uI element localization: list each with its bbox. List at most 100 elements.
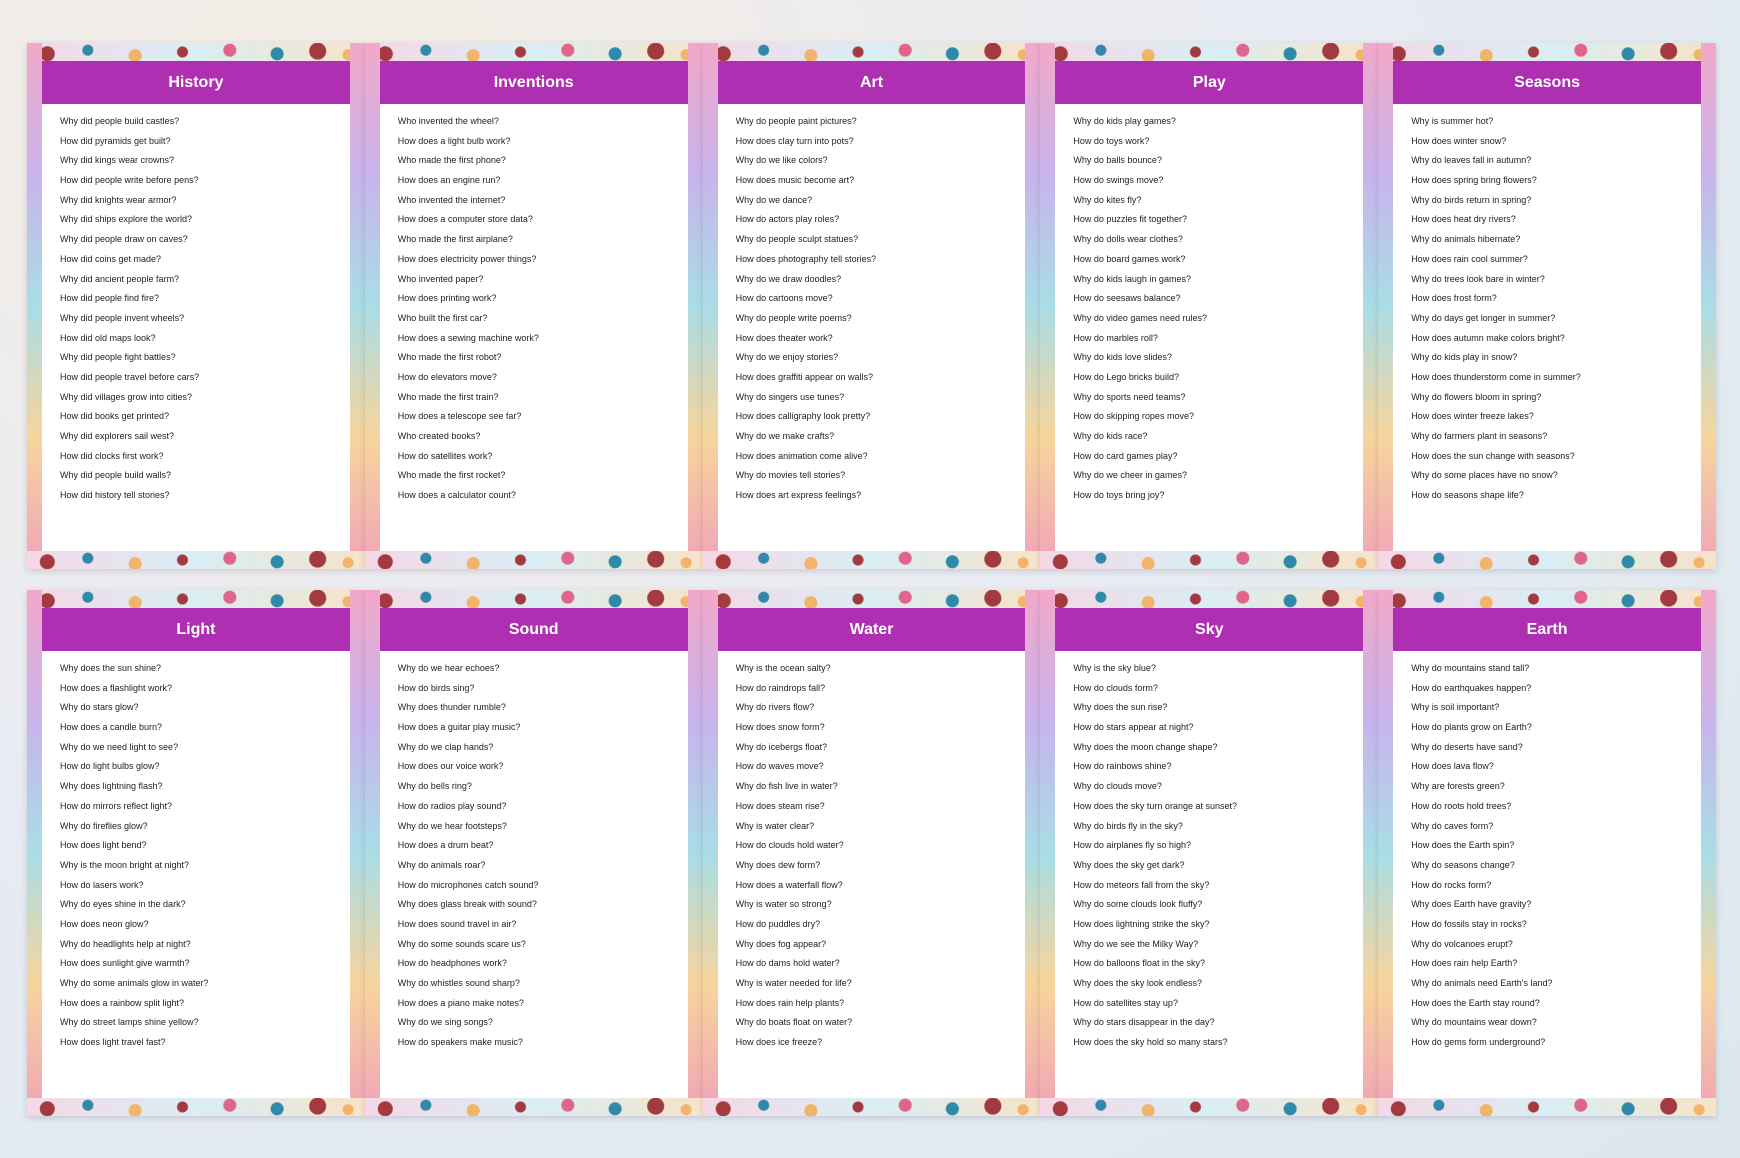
question-item: Why do animals need Earth's land?: [1411, 974, 1693, 994]
decorative-border-top: [364, 43, 703, 61]
card-history: History Why did people build castles? How …: [27, 43, 365, 569]
question-item: How did pyramids get built?: [60, 132, 342, 152]
question-item: Why do we draw doodles?: [736, 270, 1018, 290]
question-item: How does clay turn into pots?: [736, 132, 1018, 152]
question-item: Why do we sing songs?: [398, 1013, 680, 1033]
question-item: How does electricity power things?: [398, 250, 680, 270]
question-item: How does photography tell stories?: [736, 250, 1018, 270]
decorative-border-bottom: [1040, 1098, 1379, 1116]
question-item: How did coins get made?: [60, 250, 342, 270]
question-item: How does the Earth stay round?: [1411, 994, 1693, 1014]
question-item: Why do we make crafts?: [736, 427, 1018, 447]
card-title: Art: [717, 61, 1026, 104]
decorative-border-right: [1025, 590, 1041, 1116]
question-item: How do clouds form?: [1073, 679, 1355, 699]
question-item: How did history tell stories?: [60, 486, 342, 506]
question-list: Who invented the wheel? How does a light …: [380, 104, 688, 506]
question-item: Why do we like colors?: [736, 151, 1018, 171]
question-list: Why do kids play games? How do toys work?…: [1055, 104, 1363, 506]
question-item: How do seasons shape life?: [1411, 486, 1693, 506]
question-item: Why do farmers plant in seasons?: [1411, 427, 1693, 447]
question-item: How do headphones work?: [398, 954, 680, 974]
question-item: How do puddles dry?: [736, 915, 1018, 935]
card-content: Water Why is the ocean salty? How do raind…: [717, 608, 1026, 1098]
question-item: Why do people write poems?: [736, 309, 1018, 329]
question-item: How does lava flow?: [1411, 757, 1693, 777]
question-item: Who made the first phone?: [398, 151, 680, 171]
question-item: Why do stars glow?: [60, 698, 342, 718]
card-art: Art Why do people paint pictures? How does…: [702, 43, 1041, 569]
question-item: Why is the ocean salty?: [736, 659, 1018, 679]
question-item: Why do leaves fall in autumn?: [1411, 151, 1693, 171]
question-item: How does a light bulb work?: [398, 132, 680, 152]
question-item: Why do deserts have sand?: [1411, 738, 1693, 758]
question-item: How do cartoons move?: [736, 289, 1018, 309]
question-item: Why is soil important?: [1411, 698, 1693, 718]
question-item: Why do headlights help at night?: [60, 935, 342, 955]
question-item: How does spring bring flowers?: [1411, 171, 1693, 191]
question-item: How do radios play sound?: [398, 797, 680, 817]
question-item: How do toys work?: [1073, 132, 1355, 152]
question-item: Why do people paint pictures?: [736, 112, 1018, 132]
question-item: How do board games work?: [1073, 250, 1355, 270]
decorative-border-right: [1700, 590, 1716, 1116]
question-item: How do birds sing?: [398, 679, 680, 699]
question-item: How do card games play?: [1073, 447, 1355, 467]
decorative-border-top: [27, 43, 365, 61]
question-item: How do rocks form?: [1411, 876, 1693, 896]
decorative-border-right: [1363, 590, 1379, 1116]
question-item: Why is the moon bright at night?: [60, 856, 342, 876]
question-item: How does a sewing machine work?: [398, 329, 680, 349]
decorative-border-bottom: [364, 551, 703, 569]
question-item: Why did explorers sail west?: [60, 427, 342, 447]
question-item: How do actors play roles?: [736, 210, 1018, 230]
question-item: Why do some sounds scare us?: [398, 935, 680, 955]
question-item: Why did knights wear armor?: [60, 191, 342, 211]
question-item: Why do volcanoes erupt?: [1411, 935, 1693, 955]
question-item: How do waves move?: [736, 757, 1018, 777]
question-item: How does sunlight give warmth?: [60, 954, 342, 974]
question-item: Who made the first train?: [398, 388, 680, 408]
question-item: Who invented the wheel?: [398, 112, 680, 132]
question-item: Why did people build walls?: [60, 466, 342, 486]
question-item: How do balloons float in the sky?: [1073, 954, 1355, 974]
question-item: Why do seasons change?: [1411, 856, 1693, 876]
question-item: Why does the sky look endless?: [1073, 974, 1355, 994]
question-item: Why do animals roar?: [398, 856, 680, 876]
decorative-border-top: [1040, 590, 1379, 608]
question-item: Why do clouds move?: [1073, 777, 1355, 797]
question-item: How does art express feelings?: [736, 486, 1018, 506]
question-item: Why do some clouds look fluffy?: [1073, 895, 1355, 915]
card-play: Play Why do kids play games? How do toys w…: [1040, 43, 1379, 569]
question-item: Who invented paper?: [398, 270, 680, 290]
question-item: How does theater work?: [736, 329, 1018, 349]
question-item: How do raindrops fall?: [736, 679, 1018, 699]
decorative-border-left: [364, 43, 380, 569]
question-item: Why do people sculpt statues?: [736, 230, 1018, 250]
question-item: Why does the moon change shape?: [1073, 738, 1355, 758]
question-item: Why do sports need teams?: [1073, 388, 1355, 408]
decorative-border-bottom: [364, 1098, 703, 1116]
question-item: Why do balls bounce?: [1073, 151, 1355, 171]
card-earth: Earth Why do mountains stand tall? How do …: [1378, 590, 1716, 1116]
card-title: Sound: [379, 608, 688, 651]
question-item: How do plants grow on Earth?: [1411, 718, 1693, 738]
question-item: How does rain help Earth?: [1411, 954, 1693, 974]
decorative-border-left: [1040, 43, 1056, 569]
question-item: How does our voice work?: [398, 757, 680, 777]
question-item: How do gems form underground?: [1411, 1033, 1693, 1053]
question-item: Why does thunder rumble?: [398, 698, 680, 718]
question-item: How do marbles roll?: [1073, 329, 1355, 349]
question-item: Why did kings wear crowns?: [60, 151, 342, 171]
card-title: Seasons: [1393, 61, 1701, 104]
question-item: Why do stars disappear in the day?: [1073, 1013, 1355, 1033]
decorative-border-top: [1378, 43, 1716, 61]
decorative-border-right: [1025, 43, 1041, 569]
question-item: How does frost form?: [1411, 289, 1693, 309]
question-item: Why do days get longer in summer?: [1411, 309, 1693, 329]
card-title: Light: [42, 608, 350, 651]
decorative-border-top: [1040, 43, 1379, 61]
question-item: Why do video games need rules?: [1073, 309, 1355, 329]
question-item: How do dams hold water?: [736, 954, 1018, 974]
question-item: How do toys bring joy?: [1073, 486, 1355, 506]
